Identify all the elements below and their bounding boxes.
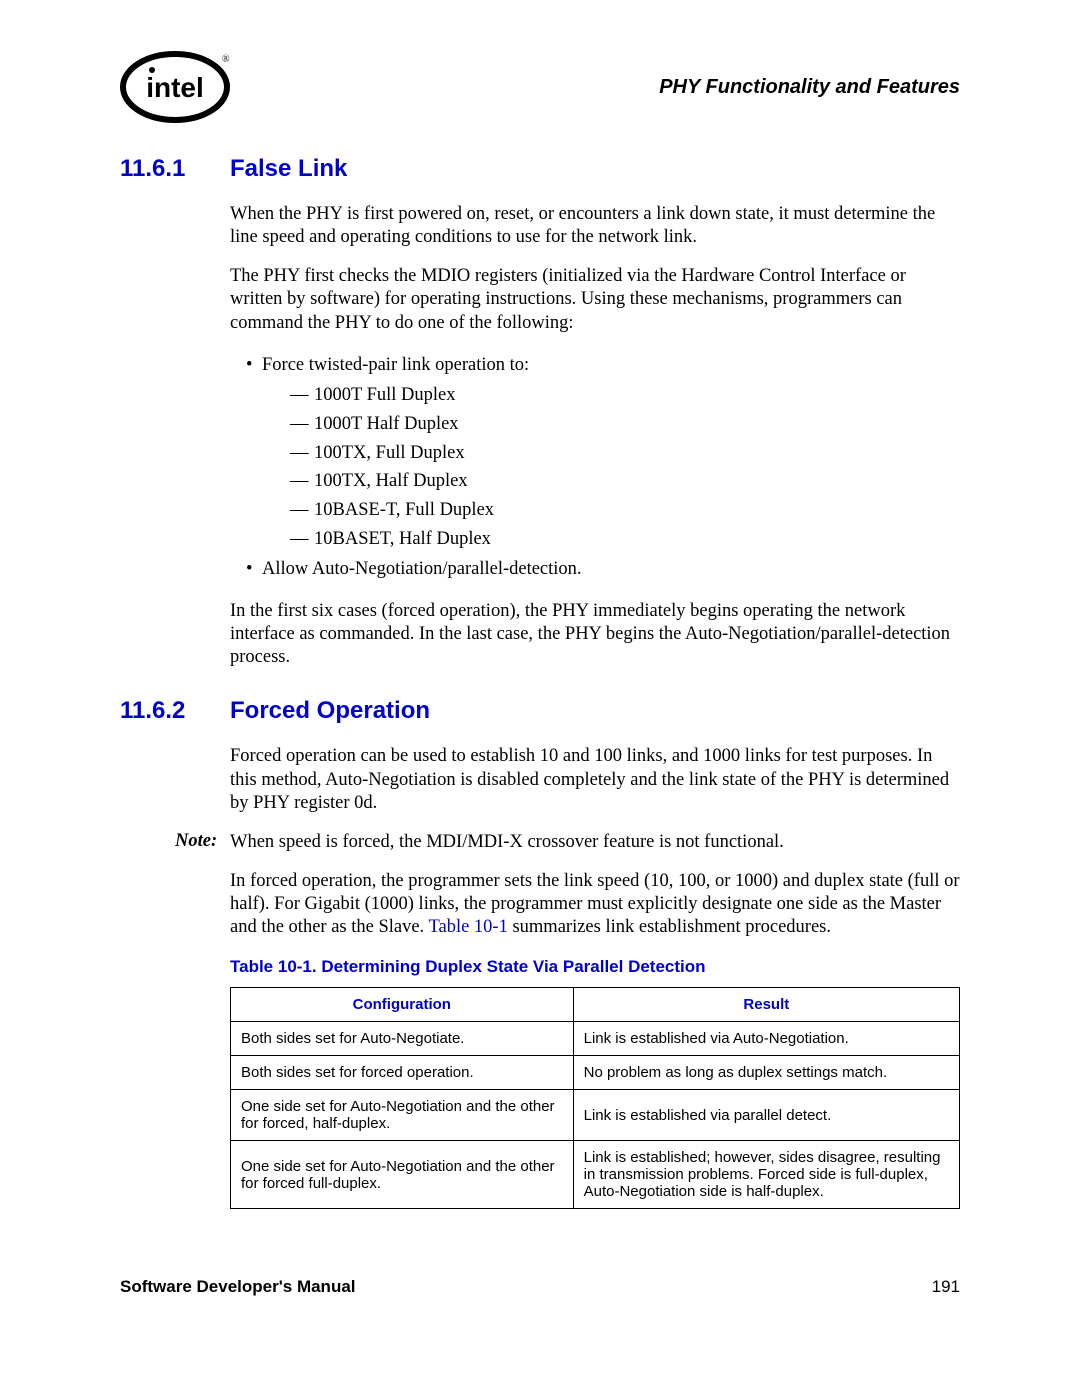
bullet-item: Allow Auto-Negotiation/parallel-detectio…	[246, 555, 960, 584]
dash-item: 100TX, Full Duplex	[290, 439, 960, 468]
paragraph: Forced operation can be used to establis…	[230, 745, 960, 814]
intel-logo: intel ®	[120, 50, 230, 125]
section-title: Forced Operation	[230, 697, 430, 725]
page-number: 191	[932, 1277, 960, 1297]
dash-item: 1000T Half Duplex	[290, 410, 960, 439]
dash-item: 10BASE-T, Full Duplex	[290, 496, 960, 525]
dash-item: 10BASET, Half Duplex	[290, 525, 960, 554]
cross-ref-link[interactable]: Table 10-1	[428, 917, 507, 937]
table-cell: No problem as long as duplex settings ma…	[573, 1056, 959, 1090]
bullet-text: Force twisted-pair link operation to:	[262, 355, 529, 375]
page-header: intel ® PHY Functionality and Features	[120, 50, 960, 125]
table-cell: Both sides set for Auto-Negotiate.	[231, 1022, 574, 1056]
table-row: Both sides set for Auto-Negotiate. Link …	[231, 1022, 960, 1056]
section-body-forced-operation-2: In forced operation, the programmer sets…	[230, 870, 960, 1209]
table-cell: One side set for Auto-Negotiation and th…	[231, 1090, 574, 1141]
table-cell: Link is established via Auto-Negotiation…	[573, 1022, 959, 1056]
note: Note: When speed is forced, the MDI/MDI-…	[175, 831, 960, 854]
paragraph: The PHY first checks the MDIO registers …	[230, 265, 960, 334]
footer-title: Software Developer's Manual	[120, 1277, 356, 1297]
paragraph: When the PHY is first powered on, reset,…	[230, 203, 960, 249]
section-title: False Link	[230, 155, 347, 183]
table-header-row: Configuration Result	[231, 988, 960, 1022]
table-cell: Both sides set for forced operation.	[231, 1056, 574, 1090]
section-body-false-link: When the PHY is first powered on, reset,…	[230, 203, 960, 669]
note-label: Note:	[175, 831, 230, 854]
bullet-list: Force twisted-pair link operation to: 10…	[246, 351, 960, 584]
header-title: PHY Functionality and Features	[659, 76, 960, 99]
note-body: When speed is forced, the MDI/MDI-X cros…	[230, 831, 784, 854]
text-run: summarizes link establishment procedures…	[508, 917, 831, 937]
svg-text:intel: intel	[146, 72, 204, 103]
table-row: Both sides set for forced operation. No …	[231, 1056, 960, 1090]
section-number: 11.6.1	[120, 155, 230, 183]
duplex-table: Configuration Result Both sides set for …	[230, 987, 960, 1209]
table-cell: Link is established; however, sides disa…	[573, 1141, 959, 1209]
table-header: Configuration	[231, 988, 574, 1022]
page-footer: Software Developer's Manual 191	[120, 1277, 960, 1297]
paragraph: In forced operation, the programmer sets…	[230, 870, 960, 939]
table-title: Table 10-1. Determining Duplex State Via…	[230, 957, 960, 977]
section-heading-forced-operation: 11.6.2 Forced Operation	[120, 697, 960, 725]
table-row: One side set for Auto-Negotiation and th…	[231, 1090, 960, 1141]
dash-list: 1000T Full Duplex 1000T Half Duplex 100T…	[290, 381, 960, 553]
bullet-item: Force twisted-pair link operation to: 10…	[246, 351, 960, 554]
table-cell: Link is established via parallel detect.	[573, 1090, 959, 1141]
table-row: One side set for Auto-Negotiation and th…	[231, 1141, 960, 1209]
section-number: 11.6.2	[120, 697, 230, 725]
section-body-forced-operation: Forced operation can be used to establis…	[230, 745, 960, 814]
dash-item: 100TX, Half Duplex	[290, 467, 960, 496]
dash-item: 1000T Full Duplex	[290, 381, 960, 410]
table-header: Result	[573, 988, 959, 1022]
section-heading-false-link: 11.6.1 False Link	[120, 155, 960, 183]
table-cell: One side set for Auto-Negotiation and th…	[231, 1141, 574, 1209]
paragraph: In the first six cases (forced operation…	[230, 600, 960, 669]
svg-text:®: ®	[222, 54, 230, 65]
